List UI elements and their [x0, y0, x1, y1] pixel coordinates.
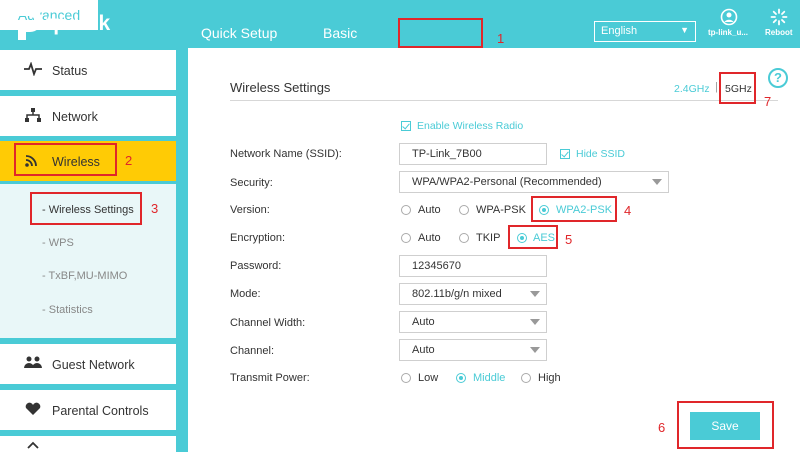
version-wpapsk-radio[interactable] [459, 205, 469, 215]
subitem-label: Statistics [48, 304, 93, 316]
hide-ssid-label: Hide SSID [576, 148, 626, 160]
band-separator: | [715, 81, 718, 93]
annotation-box-3 [30, 192, 142, 225]
enable-radio-label: Enable Wireless Radio [417, 120, 524, 132]
main-content: Wireless Settings 2.4GHz | 5GHz ? Enable… [188, 48, 800, 452]
annotation-number-6: 6 [658, 420, 666, 435]
power-low-radio[interactable] [401, 373, 411, 383]
tab-quick-setup[interactable]: Quick Setup [201, 25, 277, 41]
heart-icon [24, 402, 42, 418]
sidebar-item-label: Status [52, 64, 88, 78]
sidebar-subitem-wps[interactable]: - WPS [42, 237, 74, 249]
subitem-label: WPS [48, 237, 74, 249]
ssid-label: Network Name (SSID): [230, 148, 342, 160]
transmit-power-label: Transmit Power: [230, 372, 310, 384]
annotation-box-5 [508, 225, 558, 249]
security-value: WPA/WPA2-Personal (Recommended) [412, 176, 602, 188]
encryption-tkip-radio[interactable] [459, 233, 469, 243]
encryption-label: Encryption: [230, 232, 286, 244]
annotation-number-4: 4 [624, 203, 632, 218]
channel-width-label: Channel Width: [230, 317, 306, 329]
channel-value: Auto [412, 344, 435, 356]
annotation-number-7: 7 [764, 94, 772, 109]
channel-width-select[interactable]: Auto [399, 311, 547, 333]
version-label: Version: [230, 204, 270, 216]
power-low-label: Low [418, 372, 439, 384]
language-value: English [601, 25, 638, 37]
sidebar-item-label: Parental Controls [52, 404, 149, 418]
version-auto-label: Auto [418, 204, 441, 216]
annotation-box-7 [719, 72, 756, 104]
power-middle-radio[interactable] [456, 373, 466, 383]
sidebar-item-label: Guest Network [52, 358, 135, 372]
security-select[interactable]: WPA/WPA2-Personal (Recommended) [399, 171, 669, 193]
sidebar-item-guest-network[interactable]: Guest Network [0, 344, 176, 384]
password-input[interactable]: 12345670 [399, 255, 547, 277]
tp-link-logo-icon [8, 8, 42, 40]
mode-label: Mode: [230, 288, 261, 300]
encryption-tkip-label: TKIP [476, 232, 501, 244]
mode-value: 802.11b/g/n mixed [412, 288, 502, 300]
mode-select[interactable]: 802.11b/g/n mixed [399, 283, 547, 305]
annotation-number-3: 3 [151, 201, 159, 216]
help-icon[interactable]: ? [768, 68, 788, 88]
sidebar-item-network[interactable]: Network [0, 96, 176, 136]
chevron-up-icon [24, 438, 42, 452]
annotation-number-2: 2 [125, 153, 133, 168]
power-middle-label: Middle [473, 372, 506, 384]
power-high-label: High [538, 372, 561, 384]
annotation-number-5: 5 [565, 232, 573, 247]
reboot-label[interactable]: Reboot [765, 28, 793, 37]
encryption-auto-radio[interactable] [401, 233, 411, 243]
reboot-icon[interactable] [768, 8, 790, 26]
chevron-down-icon [652, 179, 662, 185]
sidebar-item-label: Network [52, 110, 98, 124]
channel-width-value: Auto [412, 316, 435, 328]
ssid-input[interactable]: TP-Link_7B00 [399, 143, 547, 165]
sidebar-item-status[interactable]: Status [0, 50, 176, 90]
annotation-box-2 [14, 143, 117, 176]
title-divider [230, 100, 778, 101]
annotation-number-1: 1 [497, 31, 505, 46]
tab-basic[interactable]: Basic [323, 25, 357, 41]
pulse-icon [24, 61, 42, 78]
password-label: Password: [230, 260, 282, 272]
sidebar-subitem-txbf[interactable]: - TxBF,MU-MIMO [42, 270, 127, 282]
tp-link-logo[interactable]: tp-link [4, 2, 124, 44]
enable-radio-checkbox[interactable] [401, 121, 411, 131]
security-label: Security: [230, 177, 273, 189]
sidebar-subitem-statistics[interactable]: - Statistics [42, 304, 93, 316]
user-label[interactable]: tp-link_u... [708, 28, 748, 37]
encryption-auto-label: Auto [418, 232, 441, 244]
chevron-down-icon [530, 319, 540, 325]
channel-select[interactable]: Auto [399, 339, 547, 361]
power-high-radio[interactable] [521, 373, 531, 383]
chevron-down-icon [530, 291, 540, 297]
sidebar: Status Network Wireless - Wireless Setti… [0, 48, 188, 452]
chevron-down-icon [530, 347, 540, 353]
subitem-label: TxBF,MU-MIMO [48, 270, 128, 282]
sidebar-item-parental-controls[interactable]: Parental Controls [0, 390, 176, 430]
language-select[interactable]: English ▼ [594, 21, 696, 42]
guest-icon [24, 356, 42, 372]
channel-label: Channel: [230, 345, 275, 357]
network-icon [24, 108, 42, 124]
annotation-box-6 [677, 401, 774, 449]
user-icon[interactable] [718, 8, 740, 26]
brand-name: tp-link [46, 12, 111, 35]
page-title: Wireless Settings [230, 80, 331, 95]
version-auto-radio[interactable] [401, 205, 411, 215]
sidebar-item-partial[interactable] [0, 436, 176, 452]
annotation-box-1 [398, 18, 483, 48]
band-24ghz-link[interactable]: 2.4GHz [674, 83, 710, 95]
version-wpapsk-label: WPA-PSK [476, 204, 526, 216]
hide-ssid-checkbox[interactable] [560, 149, 570, 159]
chevron-down-icon: ▼ [680, 25, 689, 35]
annotation-box-4 [531, 196, 617, 222]
